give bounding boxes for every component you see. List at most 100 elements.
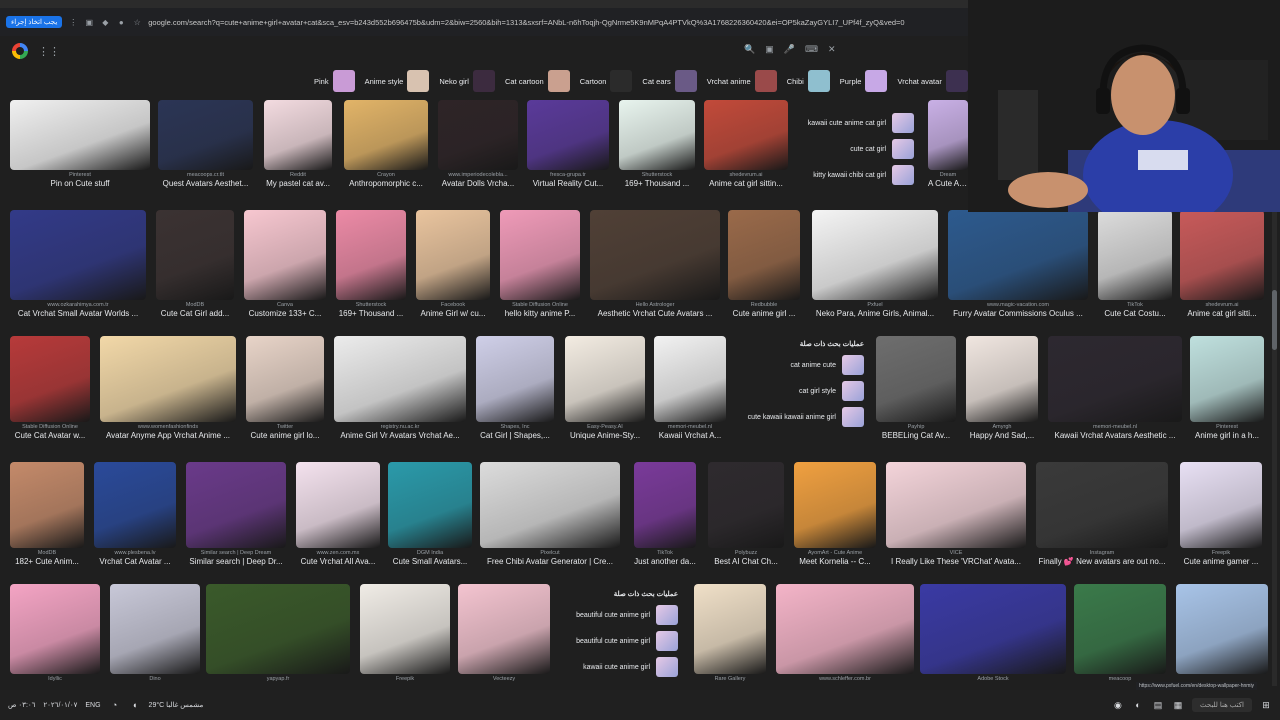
result-source[interactable]: Freepik — [1180, 550, 1262, 556]
result-source[interactable]: Polybuzz — [708, 550, 784, 556]
result-thumbnail[interactable] — [928, 100, 968, 170]
result-title[interactable]: 169+ Thousand ... — [336, 309, 406, 318]
result-title[interactable]: I Really Like These 'VRChat' Avata... — [886, 557, 1026, 566]
image-result[interactable]: www.womenfashionfinds Avatar Anyme App Vr… — [100, 336, 236, 440]
image-result[interactable]: Stable Diffusion Online hello kitty anime… — [500, 210, 580, 318]
result-thumbnail[interactable] — [1176, 584, 1268, 674]
image-result[interactable]: registry.nu.ac.kr Anime Girl Vr Avatars V… — [334, 336, 466, 440]
result-source[interactable]: Amyrgh — [966, 424, 1038, 430]
image-result[interactable]: Polybuzz Best AI Chat Ch... — [708, 462, 784, 566]
result-source[interactable]: Easy-Peasy.AI — [565, 424, 645, 430]
image-result[interactable]: Redbubble Cute anime girl ... — [728, 210, 800, 318]
result-title[interactable]: Customize 133+ C... — [244, 309, 326, 318]
image-result[interactable]: Instagram Finally 💕 New avatars are out n… — [1036, 462, 1168, 566]
result-thumbnail[interactable] — [264, 100, 332, 170]
volume-icon[interactable]: ◖ — [129, 699, 141, 711]
image-result[interactable]: Shutterstock 169+ Thousand ... — [336, 210, 406, 318]
related-search-item[interactable]: kawaii cute anime cat girl — [796, 110, 920, 136]
result-thumbnail[interactable] — [480, 462, 620, 548]
result-thumbnail[interactable] — [966, 336, 1038, 422]
result-title[interactable]: Neko Para, Anime Girls, Animal... — [812, 309, 938, 318]
result-thumbnail[interactable] — [776, 584, 914, 674]
image-result[interactable]: Payhip BEBELing Cat Av... — [876, 336, 956, 440]
result-title[interactable]: Cute Cat Girl add... — [156, 309, 234, 318]
result-source[interactable]: memori-meubel.nl — [1048, 424, 1182, 430]
result-source[interactable]: www.womenfashionfinds — [100, 424, 236, 430]
result-title[interactable]: Cute Vrchat All Ava... — [296, 557, 380, 566]
refinement-chip[interactable]: Cat cartoon — [501, 70, 570, 92]
result-source[interactable]: www.ozkarahimya.com.tr — [10, 302, 146, 308]
result-title[interactable]: 182+ Cute Anim... — [10, 557, 84, 566]
result-source[interactable]: registry.nu.ac.kr — [334, 424, 466, 430]
image-result[interactable] — [1176, 584, 1268, 677]
image-result[interactable]: www.plesbena.lv Vrchat Cat Avatar ... — [94, 462, 176, 566]
result-thumbnail[interactable] — [948, 210, 1088, 300]
result-title[interactable]: Cute Small Avatars... — [388, 557, 472, 566]
result-thumbnail[interactable] — [694, 584, 766, 674]
result-title[interactable]: Anthropomorphic c... — [344, 179, 428, 188]
result-title[interactable]: Cute anime gamer ... — [1180, 557, 1262, 566]
result-thumbnail[interactable] — [10, 210, 146, 300]
result-thumbnail[interactable] — [920, 584, 1066, 674]
keyboard-icon[interactable]: ⌨ — [805, 44, 818, 55]
result-title[interactable]: Avatar Dolls Vrcha... — [438, 179, 518, 188]
image-result[interactable]: Idyllic — [10, 584, 100, 683]
result-thumbnail[interactable] — [296, 462, 380, 548]
result-title[interactable]: Just another da... — [634, 557, 696, 566]
result-thumbnail[interactable] — [500, 210, 580, 300]
image-result[interactable]: Facebook Anime Girl w/ cu... — [416, 210, 490, 318]
result-thumbnail[interactable] — [1180, 210, 1264, 300]
result-source[interactable]: meacoops.cr.tlt — [158, 172, 253, 178]
result-source[interactable]: www.schleffer.com.br — [776, 676, 914, 682]
result-source[interactable]: ModDB — [156, 302, 234, 308]
result-source[interactable]: Dream — [928, 172, 968, 178]
image-result[interactable]: www.schleffer.com.br — [776, 584, 914, 683]
result-source[interactable]: Shutterstock — [336, 302, 406, 308]
image-result[interactable]: Adobe Stock — [920, 584, 1066, 683]
result-title[interactable]: Similar search | Deep Dr... — [186, 557, 286, 566]
image-result[interactable]: Rare Gallery — [694, 584, 766, 683]
image-result[interactable]: www.imperiodecolebla... Avatar Dolls Vrch… — [438, 100, 518, 188]
image-result[interactable]: Hello Astrologer Aesthetic Vrchat Cute Av… — [590, 210, 720, 318]
result-source[interactable]: Adobe Stock — [920, 676, 1066, 682]
result-thumbnail[interactable] — [654, 336, 726, 422]
refinement-chip[interactable]: Anime style — [361, 70, 430, 92]
result-thumbnail[interactable] — [186, 462, 286, 548]
result-thumbnail[interactable] — [158, 100, 253, 170]
result-source[interactable]: TikTok — [1098, 302, 1172, 308]
result-source[interactable]: shedevrum.ai — [704, 172, 788, 178]
image-result[interactable]: Dream A Cute An... — [928, 100, 968, 188]
result-thumbnail[interactable] — [336, 210, 406, 300]
image-result[interactable]: VICE I Really Like These 'VRChat' Avata..… — [886, 462, 1026, 566]
refinement-chip[interactable]: Vrchat avatar — [893, 70, 968, 92]
image-result[interactable]: meacoops.cr.tlt Quest Avatars Aesthet... — [158, 100, 253, 188]
result-thumbnail[interactable] — [206, 584, 350, 674]
related-search-item[interactable]: cute kawaii kawaii anime girl — [736, 404, 870, 430]
result-thumbnail[interactable] — [1074, 584, 1166, 674]
profile-icon[interactable]: ● — [116, 17, 126, 27]
result-title[interactable]: Furry Avatar Commissions Oculus ... — [948, 309, 1088, 318]
result-title[interactable]: hello kitty anime P... — [500, 309, 580, 318]
result-thumbnail[interactable] — [1190, 336, 1264, 422]
image-result[interactable]: memori-meubel.nl Kawaii Vrchat Avatars Ae… — [1048, 336, 1182, 440]
image-result[interactable]: Crayon Anthropomorphic c... — [344, 100, 428, 188]
related-search-item[interactable]: cat anime cute — [736, 352, 870, 378]
image-result[interactable]: meacoop — [1074, 584, 1166, 683]
result-source[interactable]: VICE — [886, 550, 1026, 556]
result-source[interactable]: Canva — [244, 302, 326, 308]
result-source[interactable]: www.zen.com.mx — [296, 550, 380, 556]
result-source[interactable]: Pinterest — [10, 172, 150, 178]
result-title[interactable]: Kawaii Vrchat Avatars Aesthetic ... — [1048, 431, 1182, 440]
refinement-chip[interactable]: Pink — [310, 70, 355, 92]
result-source[interactable]: Idyllic — [10, 676, 100, 682]
result-title[interactable]: Best AI Chat Ch... — [708, 557, 784, 566]
result-title[interactable]: Meet Kornelia -- C... — [794, 557, 876, 566]
search-icon[interactable]: 🔍 — [744, 44, 755, 55]
image-result[interactable]: Dino — [110, 584, 200, 683]
image-result[interactable]: fresca-grupa.tr Virtual Reality Cut... — [527, 100, 609, 188]
result-thumbnail[interactable] — [812, 210, 938, 300]
result-title[interactable]: Virtual Reality Cut... — [527, 179, 609, 188]
result-source[interactable]: Dino — [110, 676, 200, 682]
refinement-chip[interactable]: Neko girl — [435, 70, 495, 92]
image-result[interactable]: yapyap.fr — [206, 584, 350, 683]
